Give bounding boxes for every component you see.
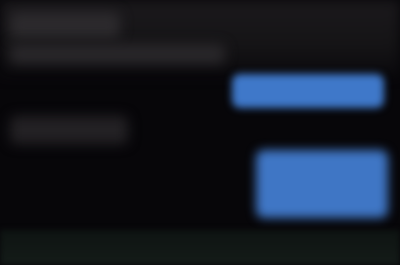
primary-button[interactable] (232, 74, 384, 108)
blurred-screen (0, 0, 400, 265)
label-placeholder (10, 116, 128, 144)
page-title-placeholder (10, 12, 120, 38)
secondary-button[interactable] (256, 150, 388, 218)
footer-band (0, 230, 400, 265)
subtitle-placeholder (10, 44, 225, 64)
